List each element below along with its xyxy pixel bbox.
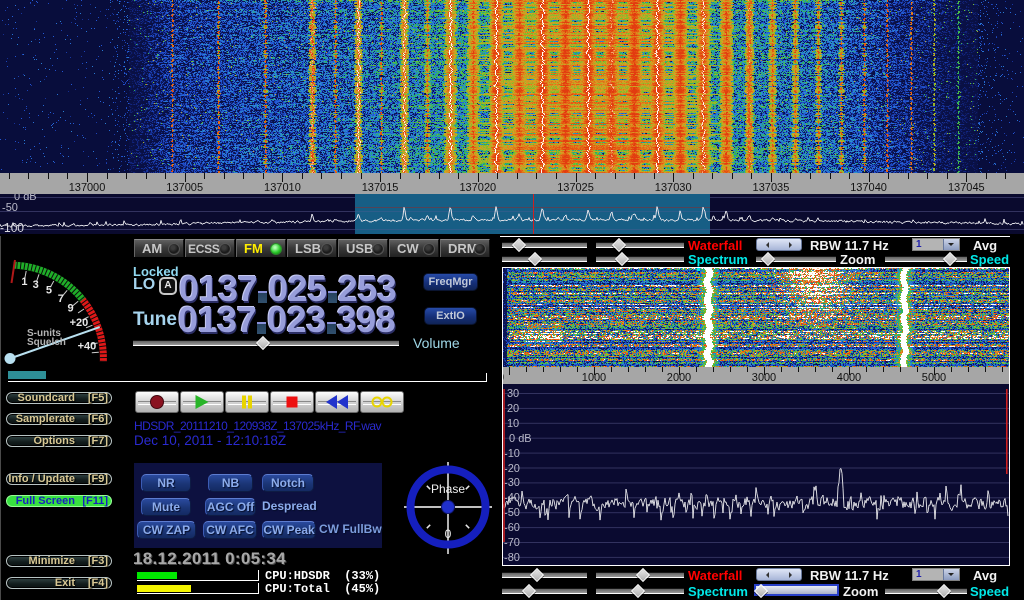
svg-text:0: 0 xyxy=(445,527,452,541)
svg-text:1: 1 xyxy=(21,276,27,288)
svg-text:Phase: Phase xyxy=(431,482,465,496)
svg-text:9: 9 xyxy=(67,303,73,315)
svg-text:5: 5 xyxy=(46,285,52,297)
svg-text:+40: +40 xyxy=(78,341,97,353)
svg-text:3: 3 xyxy=(33,279,39,291)
svg-text:+20: +20 xyxy=(70,317,89,329)
svg-text:7: 7 xyxy=(58,293,64,305)
